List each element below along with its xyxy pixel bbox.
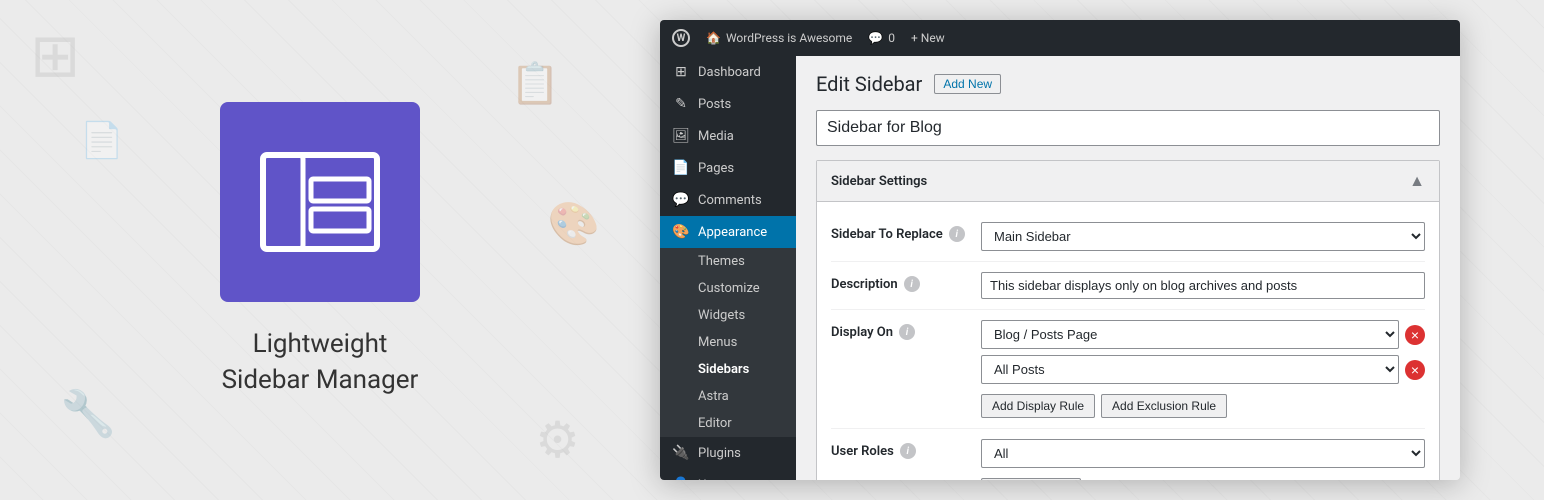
sidebar-to-replace-content: Main Sidebar Footer Widget 1 Footer Widg… xyxy=(981,222,1425,251)
description-input[interactable] xyxy=(981,272,1425,299)
display-rule-2-select[interactable]: All Posts Specific Post Post Category xyxy=(981,355,1399,384)
comments-icon: 💬 xyxy=(868,31,883,45)
add-display-rule-button[interactable]: Add Display Rule xyxy=(981,394,1095,418)
user-roles-select[interactable]: All Administrator Editor Subscriber xyxy=(981,439,1425,468)
description-label: Description i xyxy=(831,272,971,292)
sub-item-menus[interactable]: Menus xyxy=(660,329,796,356)
wp-content-area: Edit Sidebar Add New Sidebar Settings ▲ … xyxy=(796,56,1460,480)
sub-item-sidebars[interactable]: Sidebars xyxy=(660,356,796,383)
sidebar-to-replace-select[interactable]: Main Sidebar Footer Widget 1 Footer Widg… xyxy=(981,222,1425,251)
add-new-button[interactable]: Add New xyxy=(934,74,1001,94)
sidebar-to-replace-help[interactable]: i xyxy=(949,226,965,242)
comments-label: Comments xyxy=(698,193,762,208)
display-on-content: Blog / Posts Page All Pages Front Page ×… xyxy=(981,320,1425,418)
settings-panel: Sidebar Settings ▲ Sidebar To Replace i … xyxy=(816,160,1440,480)
add-user-rule-button[interactable]: Add User Rule xyxy=(981,478,1081,480)
display-on-help[interactable]: i xyxy=(899,324,915,340)
users-icon: 👤 xyxy=(672,477,690,480)
user-roles-help[interactable]: i xyxy=(900,443,916,459)
dashboard-icon: ⊞ xyxy=(672,64,690,80)
dashboard-label: Dashboard xyxy=(698,65,761,80)
add-exclusion-rule-button[interactable]: Add Exclusion Rule xyxy=(1101,394,1227,418)
plugins-icon: 🔌 xyxy=(672,445,690,461)
rule-buttons: Add Display Rule Add Exclusion Rule xyxy=(981,394,1425,418)
sidebar-item-users[interactable]: 👤 Users xyxy=(660,469,796,480)
bg-icon-1: ⊞ xyxy=(30,20,80,91)
house-icon: 🏠 xyxy=(706,31,721,45)
wp-main: ⊞ Dashboard ✎ Posts 🖼 Media 📄 Pages 💬 Co… xyxy=(660,56,1460,480)
sub-item-astra[interactable]: Astra xyxy=(660,383,796,410)
sub-item-customize[interactable]: Customize xyxy=(660,275,796,302)
appearance-submenu: Themes Customize Widgets Menus Sidebars … xyxy=(660,248,796,437)
remove-display-rule-2-button[interactable]: × xyxy=(1405,360,1425,380)
description-row: Description i xyxy=(831,262,1425,310)
description-help[interactable]: i xyxy=(904,276,920,292)
settings-header[interactable]: Sidebar Settings ▲ xyxy=(817,161,1439,202)
sub-item-editor[interactable]: Editor xyxy=(660,410,796,437)
posts-icon: ✎ xyxy=(672,96,690,112)
bg-icon-4: ⚙ xyxy=(535,411,580,470)
pages-label: Pages xyxy=(698,161,734,176)
sub-item-widgets[interactable]: Widgets xyxy=(660,302,796,329)
appearance-label: Appearance xyxy=(698,225,767,240)
display-rule-2-row: All Posts Specific Post Post Category × xyxy=(981,355,1425,384)
left-panel: ⊞ 📋 🔧 ⚙ 📄 🎨 Lightweight Sidebar Manager xyxy=(0,0,640,500)
settings-body: Sidebar To Replace i Main Sidebar Footer… xyxy=(817,202,1439,480)
sidebar-item-comments[interactable]: 💬 Comments xyxy=(660,184,796,216)
display-rule-1-select[interactable]: Blog / Posts Page All Pages Front Page xyxy=(981,320,1399,349)
sub-item-themes[interactable]: Themes xyxy=(660,248,796,275)
sidebar-item-posts[interactable]: ✎ Posts xyxy=(660,88,796,120)
new-label: + New xyxy=(911,31,945,45)
wp-logo-item[interactable]: W xyxy=(672,29,690,47)
user-roles-label: User Roles i xyxy=(831,439,971,459)
appearance-icon: 🎨 xyxy=(672,224,690,240)
user-roles-content: All Administrator Editor Subscriber Add … xyxy=(981,439,1425,480)
bg-icon-2: 📋 xyxy=(510,60,560,107)
sidebar-item-appearance[interactable]: 🎨 Appearance xyxy=(660,216,796,248)
plugin-logo xyxy=(220,102,420,302)
description-content xyxy=(981,272,1425,299)
user-rule-buttons: Add User Rule xyxy=(981,478,1425,480)
users-label: Users xyxy=(698,478,731,481)
bg-icon-5: 📄 xyxy=(80,120,124,161)
wp-logo-icon: W xyxy=(672,29,690,47)
site-name: WordPress is Awesome xyxy=(726,31,852,45)
site-name-item[interactable]: 🏠 WordPress is Awesome xyxy=(706,31,852,45)
sidebar-item-dashboard[interactable]: ⊞ Dashboard xyxy=(660,56,796,88)
new-item[interactable]: + New xyxy=(911,31,945,45)
wp-admin-panel: W 🏠 WordPress is Awesome 💬 0 + New ⊞ Das… xyxy=(660,20,1460,480)
plugin-logo-svg xyxy=(255,137,385,267)
posts-label: Posts xyxy=(698,97,731,112)
comments-icon: 💬 xyxy=(672,192,690,208)
comments-count: 0 xyxy=(888,31,895,45)
wp-sidebar-nav: ⊞ Dashboard ✎ Posts 🖼 Media 📄 Pages 💬 Co… xyxy=(660,56,796,480)
display-on-label: Display On i xyxy=(831,320,971,340)
user-roles-row: User Roles i All Administrator Editor Su… xyxy=(831,429,1425,480)
display-rule-1-row: Blog / Posts Page All Pages Front Page × xyxy=(981,320,1425,349)
sidebar-to-replace-label: Sidebar To Replace i xyxy=(831,222,971,242)
remove-display-rule-1-button[interactable]: × xyxy=(1405,325,1425,345)
display-on-row: Display On i Blog / Posts Page All Pages… xyxy=(831,310,1425,429)
media-label: Media xyxy=(698,129,734,144)
bg-icon-3: 🔧 xyxy=(60,387,116,440)
admin-bar: W 🏠 WordPress is Awesome 💬 0 + New xyxy=(660,20,1460,56)
sidebar-item-plugins[interactable]: 🔌 Plugins xyxy=(660,437,796,469)
sidebar-to-replace-row: Sidebar To Replace i Main Sidebar Footer… xyxy=(831,212,1425,262)
page-title: Edit Sidebar xyxy=(816,72,922,96)
collapse-icon: ▲ xyxy=(1409,171,1425,191)
plugins-label: Plugins xyxy=(698,446,741,461)
plugin-title: Lightweight Sidebar Manager xyxy=(222,326,419,399)
sidebar-item-pages[interactable]: 📄 Pages xyxy=(660,152,796,184)
media-icon: 🖼 xyxy=(672,128,690,144)
pages-icon: 📄 xyxy=(672,160,690,176)
bg-icon-6: 🎨 xyxy=(548,200,600,249)
sidebar-item-media[interactable]: 🖼 Media xyxy=(660,120,796,152)
sidebar-name-input[interactable] xyxy=(816,110,1440,146)
settings-panel-title: Sidebar Settings xyxy=(831,174,927,189)
page-header: Edit Sidebar Add New xyxy=(816,72,1440,96)
comments-item[interactable]: 💬 0 xyxy=(868,31,895,45)
